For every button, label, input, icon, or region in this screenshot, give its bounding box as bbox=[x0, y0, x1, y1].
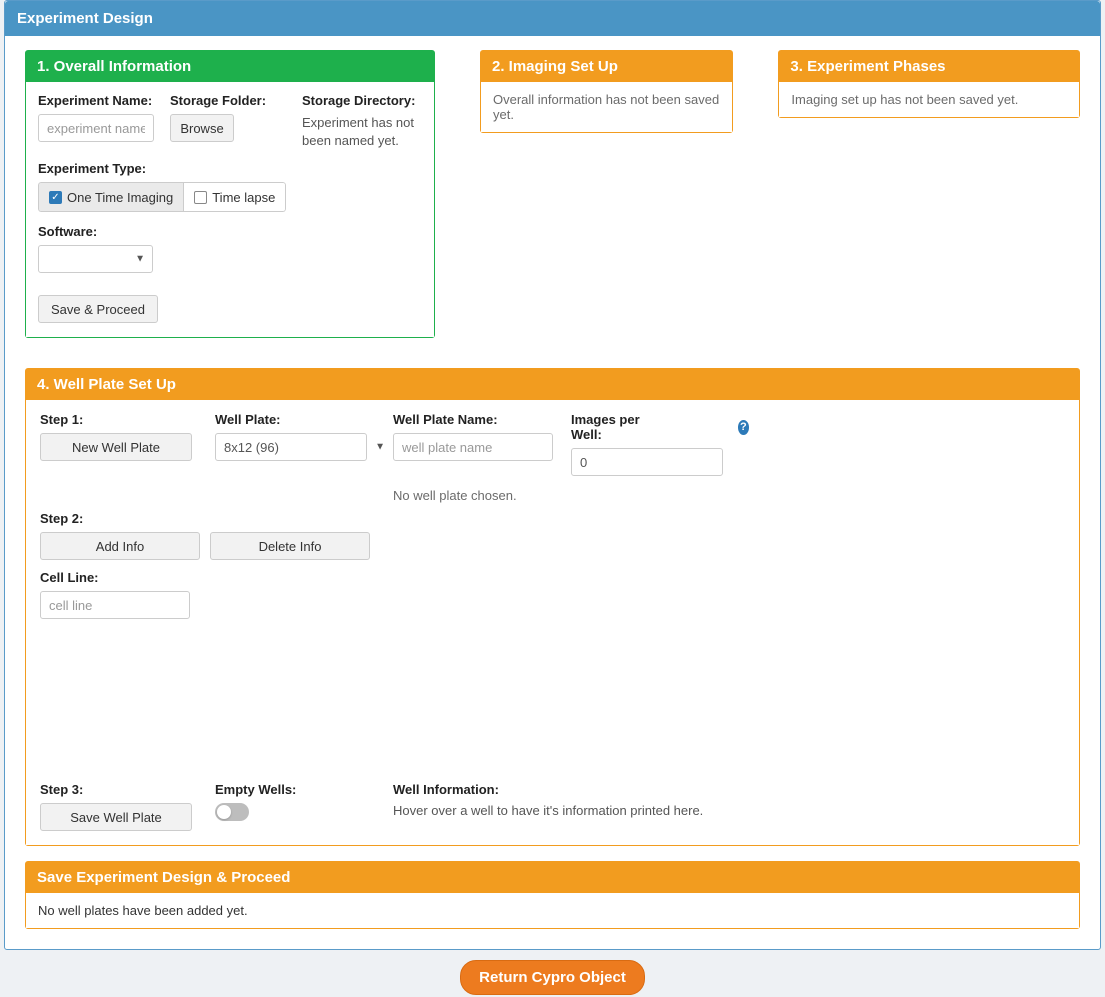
panel-body: 1. Overall Information Experiment Name: … bbox=[5, 36, 1100, 949]
well-plate-select[interactable] bbox=[215, 433, 367, 461]
empty-wells-col: Empty Wells: bbox=[215, 782, 393, 831]
new-well-plate-button[interactable]: New Well Plate bbox=[40, 433, 192, 461]
step3-col: Step 3: Save Well Plate bbox=[40, 782, 215, 831]
experiment-phases-body: Imaging set up has not been saved yet. bbox=[779, 82, 1079, 117]
well-info-text: Hover over a well to have it's informati… bbox=[393, 803, 1065, 818]
imaging-setup-header: 2. Imaging Set Up bbox=[481, 51, 732, 82]
time-lapse-label: Time lapse bbox=[212, 190, 275, 205]
storage-directory-status: Experiment has not been named yet. bbox=[302, 114, 422, 149]
well-plate-name-input[interactable] bbox=[393, 433, 553, 461]
save-experiment-body: No well plates have been added yet. bbox=[26, 893, 1079, 928]
ipw-header-row: Images per Well: ? bbox=[571, 412, 749, 442]
top-row: 1. Overall Information Experiment Name: … bbox=[25, 50, 1080, 338]
return-cypro-button[interactable]: Return Cypro Object bbox=[460, 960, 645, 995]
overall-info-card: 1. Overall Information Experiment Name: … bbox=[25, 50, 435, 338]
well-plate-select-col: Well Plate: ▼ bbox=[215, 412, 393, 461]
storage-directory-col: Storage Directory: Experiment has not be… bbox=[302, 93, 422, 149]
well-info-col: Well Information: Hover over a well to h… bbox=[393, 782, 1065, 831]
experiment-phases-header: 3. Experiment Phases bbox=[779, 51, 1079, 82]
add-info-button[interactable]: Add Info bbox=[40, 532, 200, 560]
panel-title: Experiment Design bbox=[5, 1, 1100, 36]
save-experiment-header: Save Experiment Design & Proceed bbox=[26, 862, 1079, 893]
well-info-label: Well Information: bbox=[393, 782, 1065, 797]
step1-col: Step 1: New Well Plate bbox=[40, 412, 215, 461]
wp-bottom-row: Step 3: Save Well Plate Empty Wells: Wel… bbox=[40, 782, 1065, 831]
images-per-well-input[interactable] bbox=[571, 448, 723, 476]
checkbox-checked-icon: ✓ bbox=[49, 191, 62, 204]
well-plate-header: 4. Well Plate Set Up bbox=[26, 369, 1079, 400]
storage-directory-label: Storage Directory: bbox=[302, 93, 422, 108]
storage-folder-col: Storage Folder: Browse bbox=[170, 93, 302, 149]
wp-row-1: Step 1: New Well Plate Well Plate: ▼ Wel… bbox=[40, 412, 1065, 476]
wp-row-2: Step 2: Add Info Delete Info bbox=[40, 511, 1065, 560]
software-label: Software: bbox=[38, 224, 422, 239]
images-per-well-col: Images per Well: ? bbox=[571, 412, 749, 476]
imaging-setup-card: 2. Imaging Set Up Overall information ha… bbox=[480, 50, 733, 133]
well-plate-card: 4. Well Plate Set Up Step 1: New Well Pl… bbox=[25, 368, 1080, 846]
well-plate-name-col: Well Plate Name: bbox=[393, 412, 571, 461]
step2-label: Step 2: bbox=[40, 511, 1065, 526]
time-lapse-toggle[interactable]: Time lapse bbox=[184, 182, 286, 212]
overall-info-body: Experiment Name: Storage Folder: Browse … bbox=[26, 82, 434, 337]
experiment-name-label: Experiment Name: bbox=[38, 93, 170, 108]
well-plate-body: Step 1: New Well Plate Well Plate: ▼ Wel… bbox=[26, 400, 1079, 845]
step1-label: Step 1: bbox=[40, 412, 215, 427]
imaging-status-text: Overall information has not been saved y… bbox=[493, 92, 719, 122]
software-select-wrap: ▼ bbox=[38, 245, 153, 273]
browse-button[interactable]: Browse bbox=[170, 114, 234, 142]
empty-wells-label: Empty Wells: bbox=[215, 782, 393, 797]
experiment-name-col: Experiment Name: bbox=[38, 93, 170, 149]
one-time-imaging-toggle[interactable]: ✓ One Time Imaging bbox=[38, 182, 184, 212]
save-experiment-card: Save Experiment Design & Proceed No well… bbox=[25, 861, 1080, 929]
cell-line-row: Cell Line: bbox=[40, 570, 1065, 619]
info-buttons: Add Info Delete Info bbox=[40, 532, 1065, 560]
experiment-design-panel: Experiment Design 1. Overall Information… bbox=[4, 0, 1101, 950]
storage-folder-label: Storage Folder: bbox=[170, 93, 302, 108]
save-experiment-status: No well plates have been added yet. bbox=[38, 903, 248, 918]
help-icon[interactable]: ? bbox=[738, 420, 749, 435]
one-time-imaging-label: One Time Imaging bbox=[67, 190, 173, 205]
experiment-phases-card: 3. Experiment Phases Imaging set up has … bbox=[778, 50, 1080, 118]
save-proceed-button[interactable]: Save & Proceed bbox=[38, 295, 158, 323]
well-plate-select-wrap: ▼ bbox=[215, 433, 393, 461]
step3-label: Step 3: bbox=[40, 782, 215, 797]
experiment-type-toggle: ✓ One Time Imaging Time lapse bbox=[38, 182, 286, 212]
overall-row-1: Experiment Name: Storage Folder: Browse … bbox=[38, 93, 422, 149]
checkbox-unchecked-icon bbox=[194, 191, 207, 204]
experiment-type-label: Experiment Type: bbox=[38, 161, 422, 176]
caret-down-icon: ▼ bbox=[375, 442, 385, 453]
software-row: Software: ▼ bbox=[38, 224, 422, 273]
experiment-type-row: Experiment Type: ✓ One Time Imaging Time… bbox=[38, 161, 422, 212]
images-per-well-label: Images per Well: bbox=[571, 412, 648, 442]
cell-line-label: Cell Line: bbox=[40, 570, 1065, 585]
imaging-setup-body: Overall information has not been saved y… bbox=[481, 82, 732, 132]
phases-status-text: Imaging set up has not been saved yet. bbox=[791, 92, 1018, 107]
save-well-plate-button[interactable]: Save Well Plate bbox=[40, 803, 192, 831]
well-plate-name-label: Well Plate Name: bbox=[393, 412, 571, 427]
no-well-plate-text: No well plate chosen. bbox=[393, 488, 1065, 503]
experiment-name-input[interactable] bbox=[38, 114, 154, 142]
footer: Return Cypro Object bbox=[0, 960, 1105, 997]
well-plate-label: Well Plate: bbox=[215, 412, 393, 427]
overall-info-header: 1. Overall Information bbox=[26, 51, 434, 82]
cell-line-input[interactable] bbox=[40, 591, 190, 619]
software-select[interactable] bbox=[38, 245, 153, 273]
delete-info-button[interactable]: Delete Info bbox=[210, 532, 370, 560]
empty-wells-toggle[interactable] bbox=[215, 803, 249, 821]
